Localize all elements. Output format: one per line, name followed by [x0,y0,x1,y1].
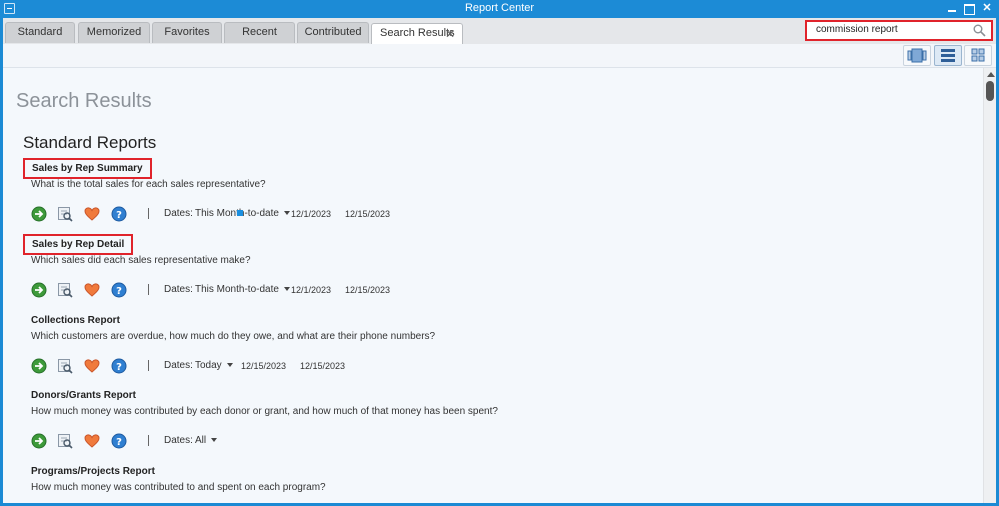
tab-label: Recent [242,26,277,38]
close-tab-icon[interactable]: ✕ [445,25,455,44]
tab-memorized[interactable]: Memorized [78,22,150,43]
help-icon[interactable]: ? [111,282,127,298]
dates-dropdown[interactable]: This Month-to-date [195,284,290,295]
run-report-icon[interactable] [31,358,47,374]
report-name-link[interactable]: Collections Report [31,315,120,326]
report-description: What is the total sales for each sales r… [31,179,266,190]
chevron-down-icon [283,211,290,216]
report-actions: ? Dates: This Month-to-date 12/1/2023 12… [31,282,911,298]
mouse-cursor-marker [237,210,243,216]
report-name-link[interactable]: Sales by Rep Detail [23,234,134,255]
date-from[interactable]: 12/1/2023 [291,285,331,295]
tab-label: Contributed [304,26,362,38]
date-to[interactable]: 12/15/2023 [345,285,390,295]
run-report-icon[interactable] [31,282,47,298]
svg-text:?: ? [116,286,122,297]
list-view-icon [941,49,955,62]
title-bar: Report Center ✕ [0,0,999,18]
dates-dropdown[interactable]: All [195,435,218,446]
dates-value: All [195,435,207,446]
tab-contributed[interactable]: Contributed [297,22,369,43]
report-name-link[interactable]: Sales by Rep Summary [23,158,152,179]
date-from[interactable]: 12/15/2023 [241,361,286,371]
tab-recent[interactable]: Recent [224,22,295,43]
window-title: Report Center [464,2,535,14]
report-actions: ? Dates: All [31,433,911,449]
close-window-button[interactable]: ✕ [979,1,995,16]
run-report-icon[interactable] [31,206,47,222]
minimize-button[interactable] [944,1,960,16]
preview-report-icon[interactable] [57,282,73,298]
date-from[interactable]: 12/1/2023 [291,209,331,219]
run-report-icon[interactable] [31,433,47,449]
section-title: Standard Reports [23,133,157,152]
page-title: Search Results [16,90,152,112]
tab-standard[interactable]: Standard [5,22,75,43]
report-description: Which sales did each sales representativ… [31,255,251,266]
favorite-heart-icon[interactable] [84,358,100,374]
tab-label: Memorized [86,26,142,38]
grid-view-icon [971,48,985,62]
dates-label: Dates: [164,435,193,446]
tab-favorites[interactable]: Favorites [152,22,222,43]
carousel-view-button[interactable] [903,45,931,66]
tab-search-results[interactable]: Search Results ✕ [371,23,463,44]
view-toolbar [3,44,996,68]
scrollbar-thumb[interactable] [986,81,994,101]
preview-report-icon[interactable] [57,358,73,374]
vertical-scrollbar[interactable] [983,68,996,503]
scroll-up-icon[interactable] [987,72,995,77]
chevron-down-icon [283,287,290,292]
help-icon[interactable]: ? [111,433,127,449]
preview-report-icon[interactable] [57,206,73,222]
separator [148,435,149,446]
list-view-button[interactable] [934,45,962,66]
report-actions: ? Dates: This Month-to-date 12/1/2023 12… [31,206,911,222]
date-to[interactable]: 12/15/2023 [300,361,345,371]
dates-label: Dates: [164,208,193,219]
chevron-down-icon [211,438,218,443]
tab-label: Search Results [380,27,455,39]
dates-value: Today [195,360,222,371]
dates-label: Dates: [164,284,193,295]
tab-label: Standard [17,26,63,38]
chevron-down-icon [226,363,233,368]
separator [148,284,149,295]
favorite-heart-icon[interactable] [84,433,100,449]
search-input[interactable] [816,24,966,35]
svg-text:?: ? [116,210,122,221]
dates-label: Dates: [164,360,193,371]
report-description: Which customers are overdue, how much do… [31,331,436,342]
svg-text:?: ? [116,437,122,448]
svg-text:?: ? [116,362,122,373]
carousel-view-icon [907,48,927,63]
report-name-link[interactable]: Donors/Grants Report [31,390,136,401]
report-center-window: Report Center ✕ Standard Memorized Favor… [0,0,999,506]
date-to[interactable]: 12/15/2023 [345,209,390,219]
report-description: How much money was contributed by each d… [31,406,498,417]
help-icon[interactable]: ? [111,206,127,222]
help-icon[interactable]: ? [111,358,127,374]
favorite-heart-icon[interactable] [84,206,100,222]
preview-report-icon[interactable] [57,433,73,449]
grid-view-button[interactable] [964,45,992,66]
separator [148,360,149,371]
dates-dropdown[interactable]: Today [195,360,233,371]
dates-value: This Month-to-date [195,284,279,295]
report-description: How much money was contributed to and sp… [31,482,326,493]
separator [148,208,149,219]
tab-label: Favorites [164,26,210,38]
favorite-heart-icon[interactable] [84,282,100,298]
search-icon[interactable] [973,24,986,37]
maximize-button[interactable] [961,1,977,16]
report-name-link[interactable]: Programs/Projects Report [31,466,155,477]
search-box [805,20,993,41]
report-actions: ? Dates: Today 12/15/2023 12/15/2023 [31,358,911,374]
results-panel: Search Results Standard Reports Sales by… [3,68,983,503]
